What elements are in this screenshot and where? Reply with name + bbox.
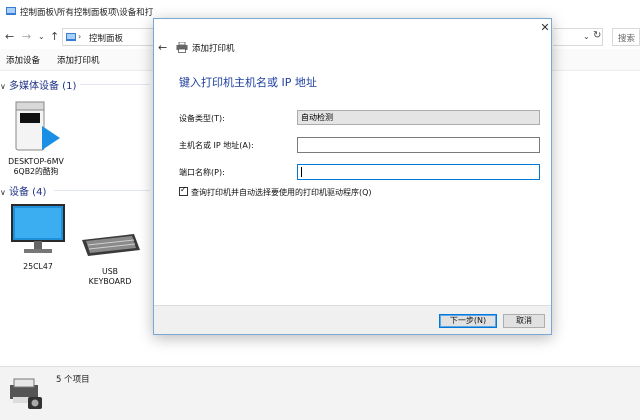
search-placeholder: 搜索 — [618, 34, 636, 44]
add-printer-dialog: ✕ ← 添加打印机 键入打印机主机名或 IP 地址 设备类型(T): 自动检测 … — [153, 18, 552, 335]
close-icon[interactable]: ✕ — [538, 20, 552, 36]
address-field[interactable]: › 控制面板 — [62, 28, 154, 46]
hostname-input[interactable] — [297, 137, 540, 153]
add-printer-button[interactable]: 添加打印机 — [57, 54, 100, 66]
add-device-button[interactable]: 添加设备 — [6, 54, 40, 66]
back-arrow-icon[interactable]: ← — [158, 41, 167, 54]
group-divider — [80, 84, 150, 85]
back-arrow-icon[interactable]: ← — [5, 30, 14, 43]
status-bar: 5 个项目 — [0, 366, 640, 420]
printer-camera-icon — [10, 378, 42, 409]
dialog-title: 添加打印机 — [192, 44, 235, 54]
group-label-multimedia: 多媒体设备 (1) — [9, 81, 77, 92]
dialog-footer: 下一步(N) 取消 — [154, 305, 551, 334]
item-count: 5 个项目 — [56, 375, 90, 385]
collapse-chevron-icon[interactable]: ∨ — [0, 188, 9, 197]
keyboard-icon — [82, 234, 140, 256]
breadcrumb-control-panel[interactable]: 控制面板 — [89, 32, 123, 44]
device-monitor[interactable]: 25CL47 — [6, 203, 70, 272]
next-button[interactable]: 下一步(N) — [439, 314, 497, 328]
search-input[interactable]: 搜索 — [612, 28, 640, 46]
recent-dropdown-icon[interactable]: ⌄ — [38, 32, 45, 41]
port-name-label: 端口名称(P): — [179, 168, 225, 177]
cancel-button[interactable]: 取消 — [503, 314, 545, 328]
device-label-keyboard: USB KEYBOARD — [88, 267, 132, 286]
device-media-server[interactable]: DESKTOP-6MV 6QB2的酷狗 — [4, 96, 68, 177]
query-printer-checkbox[interactable]: ✓ — [179, 185, 188, 196]
checkmark-icon: ✓ — [180, 185, 187, 194]
device-keyboard[interactable]: USB KEYBOARD — [78, 230, 142, 287]
printer-icon — [176, 42, 188, 53]
text-caret — [301, 167, 302, 177]
device-label-media-server: DESKTOP-6MV 6QB2的酷狗 — [8, 157, 64, 176]
device-label-monitor: 25CL47 — [23, 262, 53, 271]
forward-arrow-icon[interactable]: → — [22, 30, 31, 43]
refresh-icon[interactable]: ↻ — [593, 30, 601, 41]
chevron-down-icon: ⌄ — [301, 112, 308, 121]
monitor-icon — [11, 204, 65, 253]
collapse-chevron-icon[interactable]: ∨ — [0, 82, 9, 91]
media-server-icon — [15, 101, 60, 151]
up-arrow-icon[interactable]: ↑ — [50, 30, 59, 43]
control-panel-icon — [66, 33, 76, 41]
address-dropdown-icon[interactable]: ⌄ — [583, 32, 590, 41]
window-title: 控制面板\所有控制面板项\设备和打 — [20, 8, 154, 18]
group-header-devices[interactable]: ∨ 设备 (4) — [0, 183, 46, 198]
group-header-multimedia[interactable]: ∨ 多媒体设备 (1) — [0, 77, 76, 92]
device-type-label: 设备类型(T): — [179, 114, 225, 123]
control-panel-icon — [6, 7, 16, 15]
group-divider — [54, 190, 150, 191]
group-label-devices: 设备 (4) — [9, 187, 47, 198]
device-type-select[interactable]: 自动检测 ⌄ — [297, 110, 540, 125]
dialog-heading: 键入打印机主机名或 IP 地址 — [179, 76, 317, 89]
hostname-label: 主机名或 IP 地址(A): — [179, 141, 254, 150]
query-printer-label[interactable]: 查询打印机并自动选择要使用的打印机驱动程序(Q) — [191, 187, 372, 198]
port-name-input[interactable] — [297, 164, 540, 180]
breadcrumb-separator-icon: › — [78, 32, 82, 41]
